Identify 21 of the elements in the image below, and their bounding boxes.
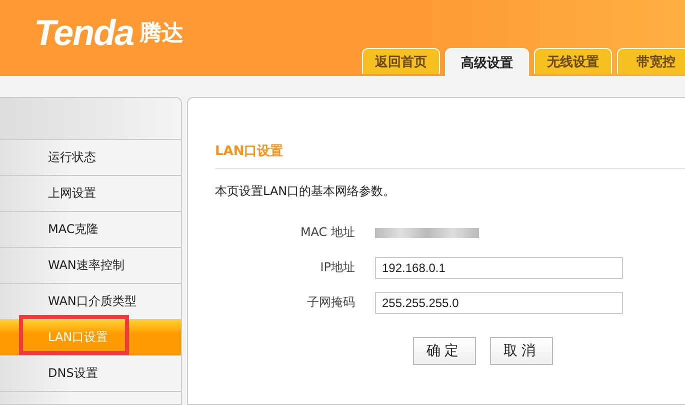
field-label: 子网掩码 [306, 294, 355, 311]
nav-tab[interactable]: 无线设置 [534, 48, 612, 74]
nav-tab[interactable]: 带宽控 [617, 48, 685, 74]
sidebar-item[interactable]: 运行状态 [0, 140, 181, 176]
nav-tab[interactable]: 高级设置 [445, 48, 529, 76]
brand-name: 腾达 [140, 20, 184, 48]
field-label: IP地址 [319, 259, 355, 276]
nav-tab[interactable]: 返回首页 [362, 48, 440, 74]
sidebar-item[interactable]: WAN口介质类型 [0, 284, 181, 320]
form-button[interactable]: 取消 [490, 337, 553, 365]
sidebar-item[interactable]: DNS设置 [0, 356, 181, 392]
description-text: 本页设置LAN口的基本网络参数。 [215, 183, 396, 200]
sidebar-item[interactable]: 上网设置 [0, 176, 181, 212]
field-label: MAC 地址 [299, 224, 355, 241]
input-field[interactable]: 255.255.255.0 [375, 292, 623, 314]
input-field[interactable]: 192.168.0.1 [375, 256, 623, 278]
logo-text: Tenda [34, 12, 134, 54]
sidebar-item[interactable]: MAC克隆 [0, 212, 181, 248]
sidebar-item[interactable]: WAN速率控制 [0, 248, 181, 284]
form-button[interactable]: 确定 [413, 337, 476, 365]
section-title: LAN口设置 [215, 142, 685, 169]
